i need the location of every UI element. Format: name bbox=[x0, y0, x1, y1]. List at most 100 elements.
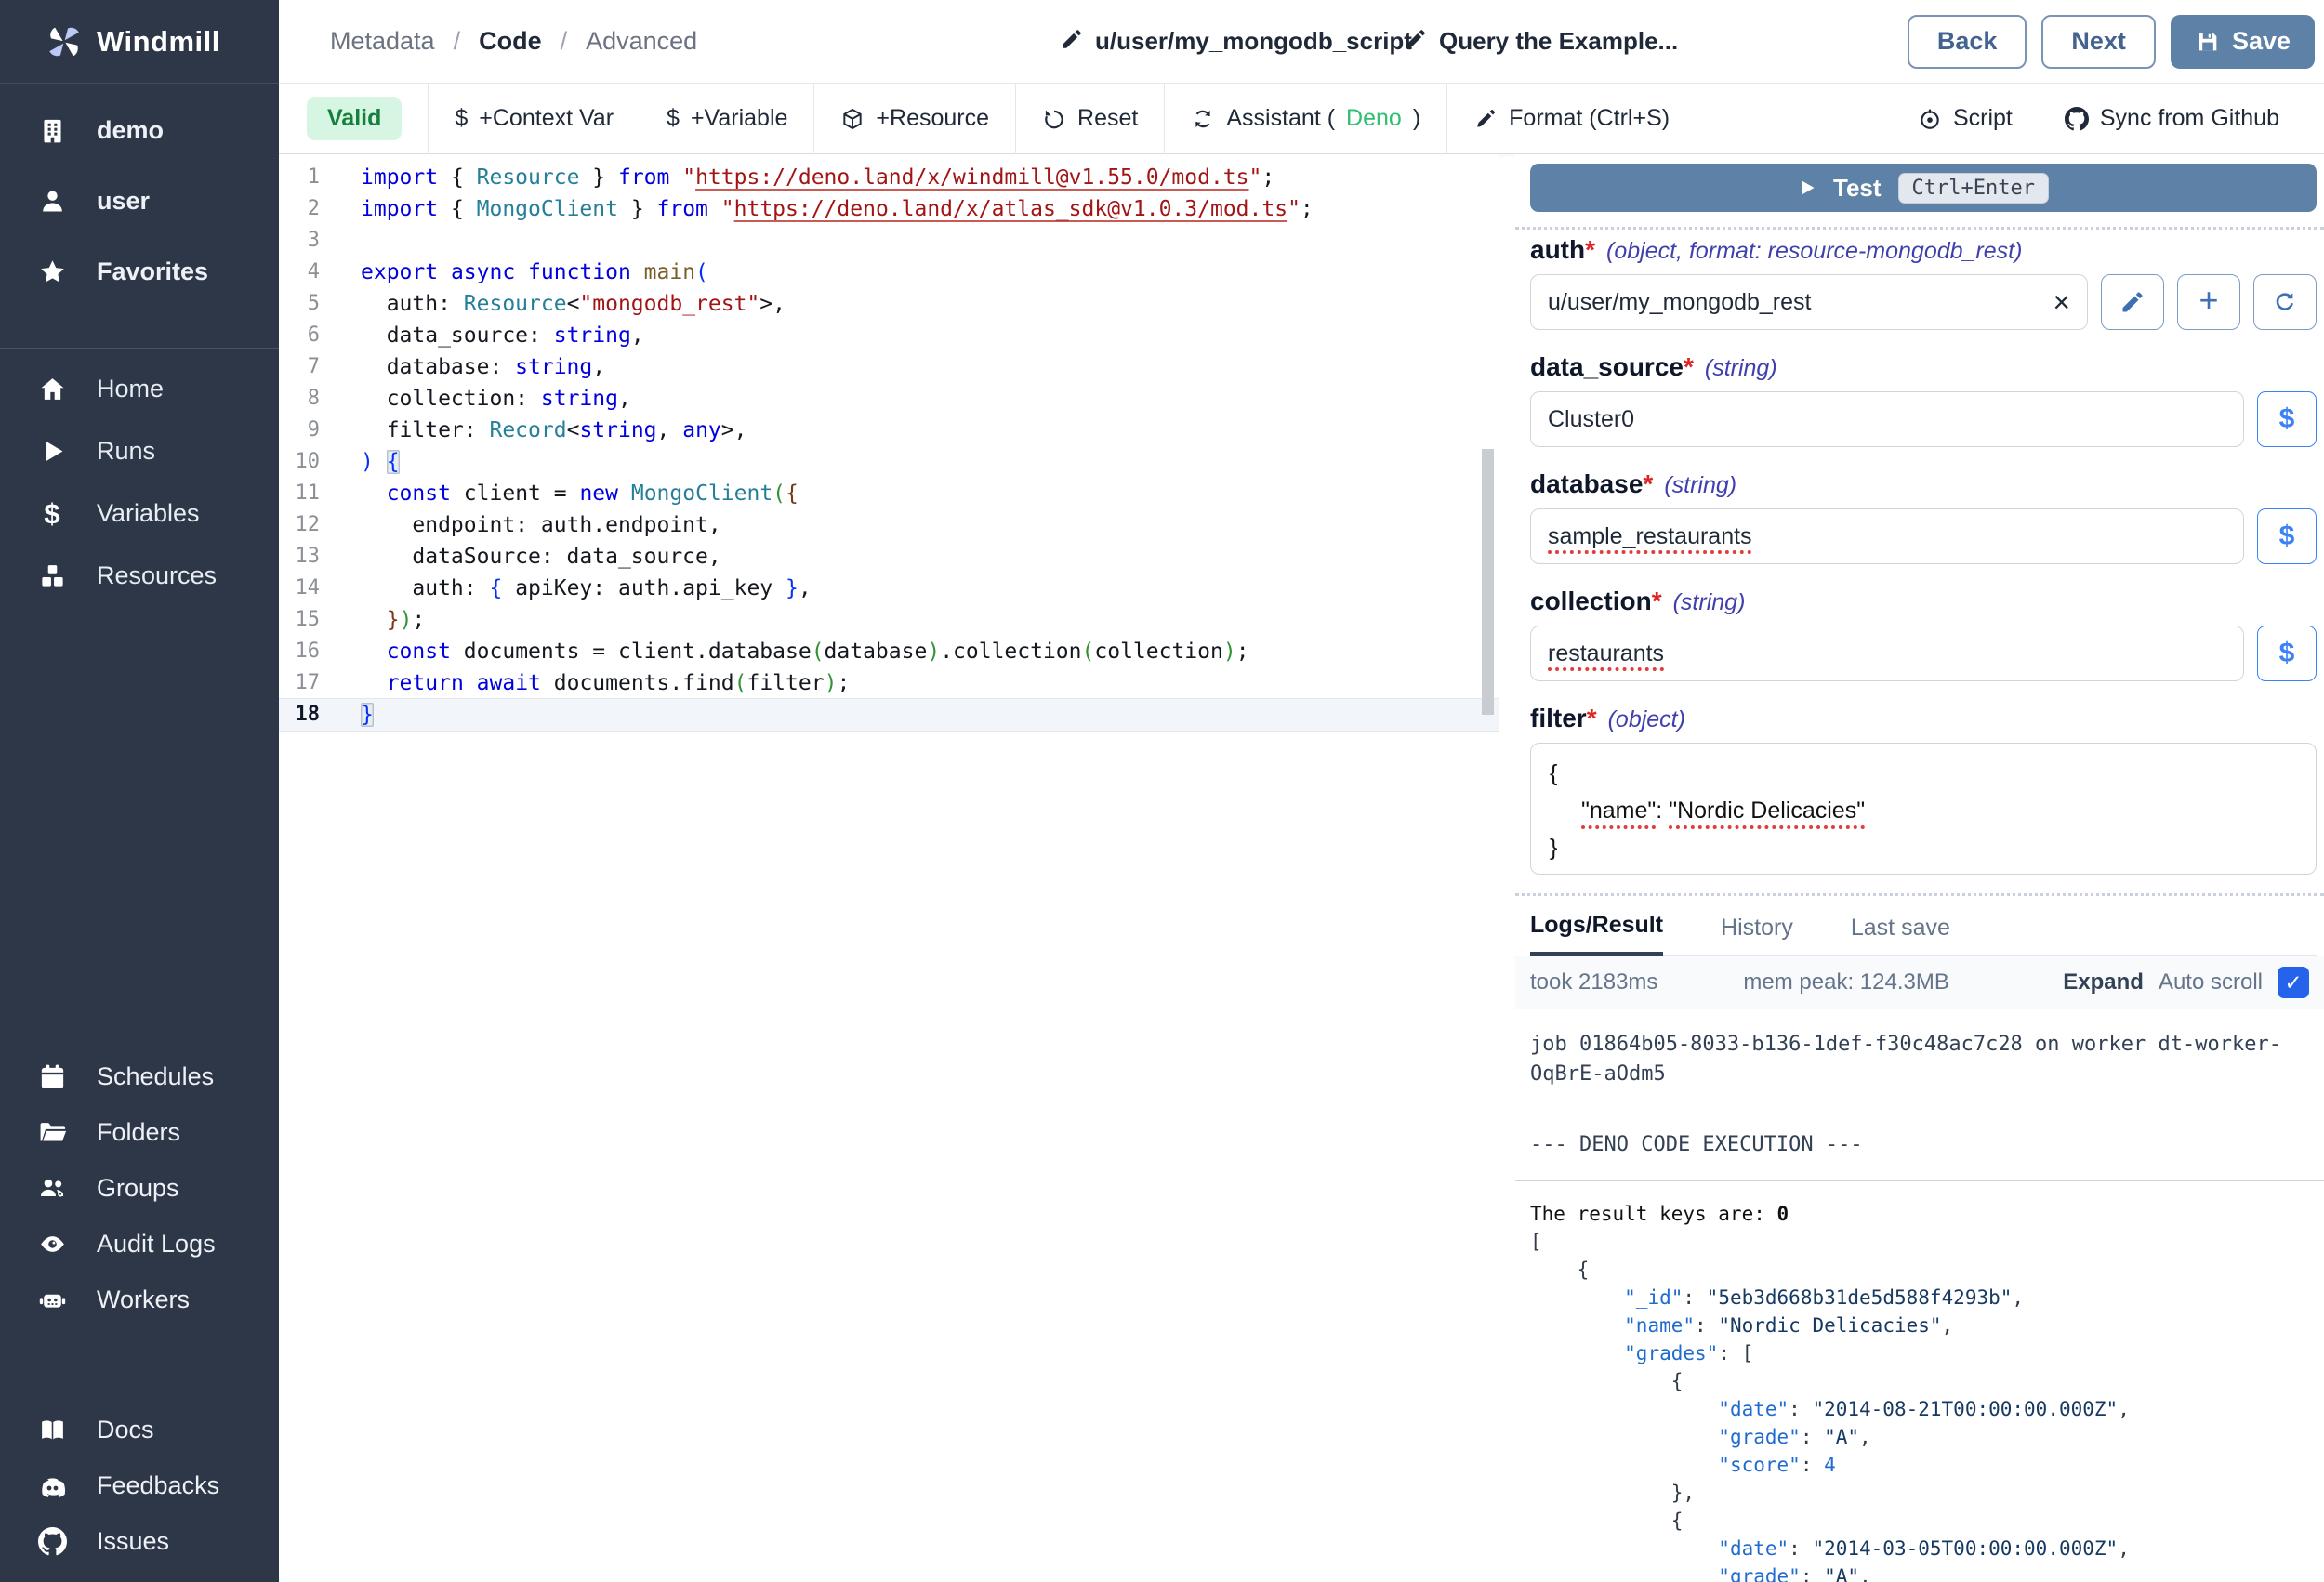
sidebar-item-favorites[interactable]: Favorites bbox=[0, 236, 279, 307]
insert-variable-button[interactable]: $ bbox=[2257, 626, 2317, 681]
tab-logs-result[interactable]: Logs/Result bbox=[1530, 912, 1663, 956]
code-line: 17 return await documents.find(filter); bbox=[279, 667, 1499, 699]
log-exec-line: --- DENO CODE EXECUTION --- bbox=[1530, 1130, 2317, 1160]
topbar-actions: Back Next Save bbox=[1908, 15, 2315, 69]
windmill-logo[interactable]: Windmill bbox=[0, 0, 279, 84]
sidebar-item-user[interactable]: user bbox=[0, 165, 279, 236]
add-variable-button[interactable]: $ +Variable bbox=[667, 105, 787, 132]
data-source-input[interactable]: Cluster0 bbox=[1530, 391, 2244, 447]
script-kind-button[interactable]: Script bbox=[1918, 105, 2013, 132]
refresh-resource-button[interactable] bbox=[2253, 274, 2317, 330]
target-icon bbox=[1918, 107, 1942, 131]
collection-input[interactable]: restaurants bbox=[1530, 626, 2244, 681]
add-resource-button[interactable]: +Resource bbox=[840, 105, 989, 132]
line-number: 5 bbox=[279, 288, 346, 320]
code-line: 14 auth: { apiKey: auth.api_key }, bbox=[279, 573, 1499, 604]
code-line: 7 database: string, bbox=[279, 351, 1499, 383]
sidebar-item-schedules[interactable]: Schedules bbox=[0, 1048, 279, 1104]
sidebar-item-home[interactable]: Home bbox=[0, 358, 279, 420]
clear-icon[interactable]: × bbox=[2053, 287, 2070, 317]
building-icon bbox=[35, 116, 69, 145]
sidebar-item-folders[interactable]: Folders bbox=[0, 1104, 279, 1160]
sidebar: Windmill demo user Favorites Home Runs$Vari… bbox=[0, 0, 279, 1582]
plus-icon: + bbox=[2199, 283, 2218, 317]
save-button[interactable]: Save bbox=[2171, 15, 2315, 69]
line-number: 16 bbox=[279, 636, 346, 667]
sidebar-item-feedbacks[interactable]: Feedbacks bbox=[0, 1457, 279, 1513]
autoscroll-label: Auto scroll bbox=[2159, 969, 2263, 995]
sidebar-item-groups[interactable]: Groups bbox=[0, 1160, 279, 1216]
sidebar-item-audit-logs[interactable]: Audit Logs bbox=[0, 1216, 279, 1272]
result-json-line: "date": "2014-03-05T00:00:00.000Z", bbox=[1530, 1535, 2317, 1562]
filter-json-input[interactable]: { "name": "Nordic Delicacies" } bbox=[1530, 743, 2317, 875]
add-context-var-button[interactable]: $ +Context Var bbox=[455, 105, 614, 132]
line-number: 18 bbox=[279, 699, 346, 731]
sync-from-github-button[interactable]: Sync from Github bbox=[2065, 105, 2279, 132]
panel-splitter[interactable] bbox=[1515, 893, 2324, 896]
reset-button[interactable]: Reset bbox=[1042, 105, 1138, 132]
sidebar-item-docs[interactable]: Docs bbox=[0, 1402, 279, 1457]
tab-last-save[interactable]: Last save bbox=[1851, 915, 1950, 955]
pencil-icon bbox=[2119, 289, 2146, 315]
pencil-icon bbox=[1404, 27, 1428, 56]
dollar-icon: $ bbox=[667, 105, 680, 132]
sidebar-item-label: user bbox=[97, 187, 150, 216]
test-button[interactable]: Test Ctrl+Enter bbox=[1530, 164, 2317, 212]
assistant-button[interactable]: Assistant (Deno) bbox=[1191, 105, 1420, 132]
panel-splitter[interactable] bbox=[1515, 227, 2324, 230]
code-editor[interactable]: 1import { Resource } from "https://deno.… bbox=[279, 154, 1499, 1582]
result-tabs: Logs/Result History Last save bbox=[1530, 907, 2317, 956]
tab-history[interactable]: History bbox=[1721, 915, 1793, 955]
next-button[interactable]: Next bbox=[2041, 15, 2156, 69]
database-input[interactable]: sample_restaurants bbox=[1530, 508, 2244, 564]
data-source-field-label: data_source* (string) bbox=[1530, 352, 2317, 382]
code-line: 6 data_source: string, bbox=[279, 320, 1499, 351]
tab-advanced[interactable]: Advanced bbox=[586, 27, 697, 56]
format-button[interactable]: Format (Ctrl+S) bbox=[1473, 105, 1670, 132]
result-json-line: "score": 4 bbox=[1530, 1451, 2317, 1479]
sidebar-item-variables[interactable]: $Variables bbox=[0, 482, 279, 545]
line-number: 10 bbox=[279, 446, 346, 478]
valid-badge: Valid bbox=[307, 97, 402, 140]
line-number: 13 bbox=[279, 541, 346, 573]
code-line: 12 endpoint: auth.endpoint, bbox=[279, 509, 1499, 541]
sidebar-item-label: demo bbox=[97, 116, 164, 145]
auth-resource-input[interactable]: u/user/my_mongodb_rest × bbox=[1530, 274, 2088, 330]
insert-variable-button[interactable]: $ bbox=[2257, 391, 2317, 447]
sidebar-item-demo[interactable]: demo bbox=[0, 95, 279, 165]
toolbar-separator bbox=[1015, 84, 1016, 154]
line-number: 1 bbox=[279, 162, 346, 193]
script-summary-edit[interactable]: Query the Example... bbox=[1404, 27, 1678, 56]
code-line: 18} bbox=[279, 699, 1499, 731]
toolbar-right-group: Script Sync from Github bbox=[1918, 105, 2279, 132]
run-duration: took 2183ms bbox=[1530, 969, 1657, 995]
collection-field-label: collection* (string) bbox=[1530, 587, 2317, 616]
back-button[interactable]: Back bbox=[1908, 15, 2027, 69]
sidebar-item-label: Schedules bbox=[97, 1062, 214, 1091]
sidebar-item-resources[interactable]: Resources bbox=[0, 545, 279, 607]
sidebar-item-label: Resources bbox=[97, 561, 217, 590]
line-number: 11 bbox=[279, 478, 346, 509]
editor-scrollbar[interactable] bbox=[1482, 449, 1494, 715]
insert-variable-button[interactable]: $ bbox=[2257, 508, 2317, 564]
result-json-line: "_id": "5eb3d668b31de5d588f4293b", bbox=[1530, 1284, 2317, 1312]
tab-metadata[interactable]: Metadata bbox=[330, 27, 435, 56]
sidebar-item-label: Groups bbox=[97, 1174, 179, 1203]
code-line: 15 }); bbox=[279, 604, 1499, 636]
expand-button[interactable]: Expand bbox=[2063, 969, 2144, 995]
script-path-edit[interactable]: u/user/my_mongodb_script bbox=[1060, 27, 1412, 56]
autoscroll-checkbox[interactable]: ✓ bbox=[2278, 967, 2309, 998]
filter-field-label: filter* (object) bbox=[1530, 704, 2317, 733]
sidebar-primary-nav: Home Runs$Variables Resources bbox=[0, 358, 279, 607]
sidebar-item-issues[interactable]: Issues bbox=[0, 1513, 279, 1569]
tab-code[interactable]: Code bbox=[479, 27, 542, 56]
code-line: 4export async function main( bbox=[279, 257, 1499, 288]
sidebar-item-workers[interactable]: Workers bbox=[0, 1272, 279, 1327]
database-field-label: database* (string) bbox=[1530, 469, 2317, 499]
sidebar-item-label: Favorites bbox=[97, 257, 208, 286]
result-json-line: { bbox=[1530, 1367, 2317, 1395]
edit-resource-button[interactable] bbox=[2101, 274, 2164, 330]
sidebar-item-runs[interactable]: Runs bbox=[0, 420, 279, 482]
sidebar-item-label: Home bbox=[97, 375, 164, 403]
add-resource-button-small[interactable]: + bbox=[2177, 274, 2240, 330]
